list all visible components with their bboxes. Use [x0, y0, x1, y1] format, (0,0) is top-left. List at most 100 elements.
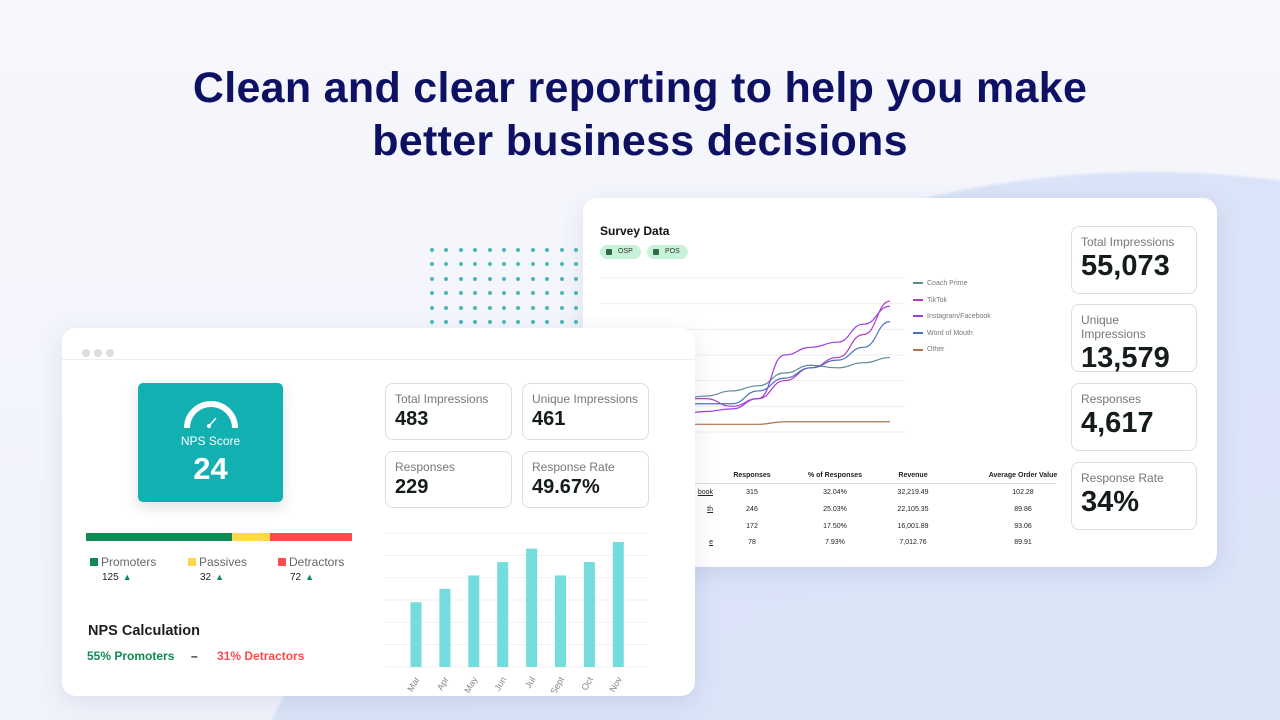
nps-dashboard-card: NPS Score 24 Total Impressions 483 Unique… — [62, 328, 695, 696]
table-cell-pct: 17.50% — [823, 522, 847, 530]
calc-promoters: 55% Promoters — [87, 649, 175, 663]
table-cell-responses: 172 — [746, 522, 758, 530]
dot — [487, 248, 492, 252]
legend-label: Instagram/Facebook — [927, 313, 991, 321]
x-tick-label: Apr — [435, 675, 451, 692]
dot — [545, 305, 550, 310]
legend-item: Other — [913, 346, 945, 353]
table-cell-revenue: 32,219.49 — [897, 489, 929, 496]
stat-value: 229 — [395, 476, 429, 498]
dot — [502, 305, 506, 310]
dot — [458, 305, 463, 310]
stat-value: 13,579 — [1081, 342, 1170, 374]
count-value: 125 — [102, 572, 119, 583]
dot — [430, 320, 434, 324]
stat-value: 49.67% — [532, 476, 600, 498]
dot — [574, 320, 578, 324]
gauge-icon — [184, 401, 238, 429]
legend-label: Other — [927, 346, 945, 354]
stat-value: 55,073 — [1081, 250, 1170, 282]
calc-detractors: 31% Detractors — [217, 649, 305, 663]
legend-item: Instagram/Facebook — [913, 313, 991, 320]
dot — [458, 291, 463, 296]
x-tick-label: Mar — [405, 675, 421, 693]
dot — [430, 276, 434, 281]
stat-response-rate: Response Rate 49.67% — [522, 451, 649, 508]
table-cell-revenue: 7,012.76 — [899, 539, 927, 547]
table-cell-responses: 315 — [746, 489, 758, 496]
legend-item: Word of Mouth — [913, 330, 973, 337]
count-detractors: 72 ▲ — [290, 572, 314, 583]
stat-total-impressions: Total Impressions 483 — [385, 383, 512, 440]
nps-score-label: NPS Score — [180, 434, 241, 448]
headline-line-2: better business decisions — [372, 117, 908, 165]
table-cell-revenue: 16,001.89 — [897, 522, 929, 530]
stat-value: 483 — [395, 408, 429, 430]
square-icon — [278, 558, 286, 566]
dot — [487, 291, 492, 296]
triangle-up-icon: ▲ — [305, 572, 315, 582]
stat-label: Response Rate — [532, 460, 615, 474]
table-cell-pct: 25.03% — [823, 505, 847, 513]
window-dot — [106, 349, 114, 357]
bar-jun — [497, 562, 509, 667]
dot — [574, 248, 578, 252]
dot — [574, 305, 578, 310]
table-header: % of Responses — [807, 472, 863, 479]
stat-label: Total Impressions — [395, 392, 489, 406]
dot — [559, 276, 564, 281]
count-value: 72 — [290, 572, 302, 583]
legend-passives: Passives — [188, 555, 247, 569]
stat-total-impressions: Total Impressions 55,073 — [1071, 226, 1197, 294]
x-tick-label: Nov — [607, 675, 624, 693]
bar-oct — [583, 562, 595, 667]
legend-swatch — [913, 282, 923, 285]
dot — [530, 305, 535, 310]
dot — [530, 248, 535, 252]
window-dot — [94, 349, 102, 357]
legend-label: TikTok — [927, 296, 947, 304]
table-header: Average Order Value — [988, 472, 1058, 479]
stat-label: Unique Impressions — [532, 392, 639, 406]
legend-label: Detractors — [289, 555, 345, 569]
square-icon — [90, 558, 98, 566]
table-header: Revenue — [898, 472, 928, 479]
legend-label: Coach Prime — [927, 280, 968, 287]
stat-label: Unique Impressions — [1081, 313, 1146, 341]
stat-responses: Responses 4,617 — [1071, 383, 1197, 451]
distribution-segment-passives — [232, 533, 270, 541]
dot — [487, 276, 492, 281]
legend-swatch — [913, 315, 923, 318]
calc-minus: – — [191, 649, 198, 663]
table-cell-revenue: 22,105.35 — [897, 505, 929, 513]
stat-value: 461 — [532, 408, 566, 430]
x-tick-label: Sept — [548, 675, 566, 693]
x-tick-label: Jul — [523, 675, 537, 690]
dot — [458, 276, 463, 281]
count-passives: 32 ▲ — [200, 572, 224, 583]
stat-label: Responses — [395, 460, 456, 474]
dot — [487, 320, 492, 324]
dot — [545, 276, 550, 281]
dot — [487, 305, 492, 310]
triangle-up-icon: ▲ — [122, 572, 132, 582]
dot — [530, 276, 535, 281]
table-cell-pct: 32.04% — [823, 489, 847, 496]
stat-value: 4,617 — [1081, 407, 1154, 439]
headline: Clean and clear reporting to help you ma… — [0, 62, 1280, 168]
stat-unique-impressions: Unique Impressions 461 — [522, 383, 649, 440]
dot — [502, 320, 506, 324]
nps-score-value: 24 — [193, 451, 228, 486]
dot — [473, 276, 478, 281]
nps-distribution-bar — [86, 533, 352, 541]
table-cell-responses: 78 — [748, 539, 756, 547]
stat-label: Total Impressions — [1081, 235, 1175, 249]
bar-chart: Mar Apr May Jun Jul Sept Oct Nov — [385, 532, 648, 693]
table-cell-aov: 89.86 — [1014, 505, 1032, 513]
dot — [502, 276, 506, 281]
distribution-segment-promoters — [86, 533, 233, 541]
table-divider — [683, 483, 1056, 484]
dot — [458, 248, 463, 252]
legend-swatch — [913, 298, 923, 301]
count-promoters: 125 ▲ — [102, 572, 132, 583]
